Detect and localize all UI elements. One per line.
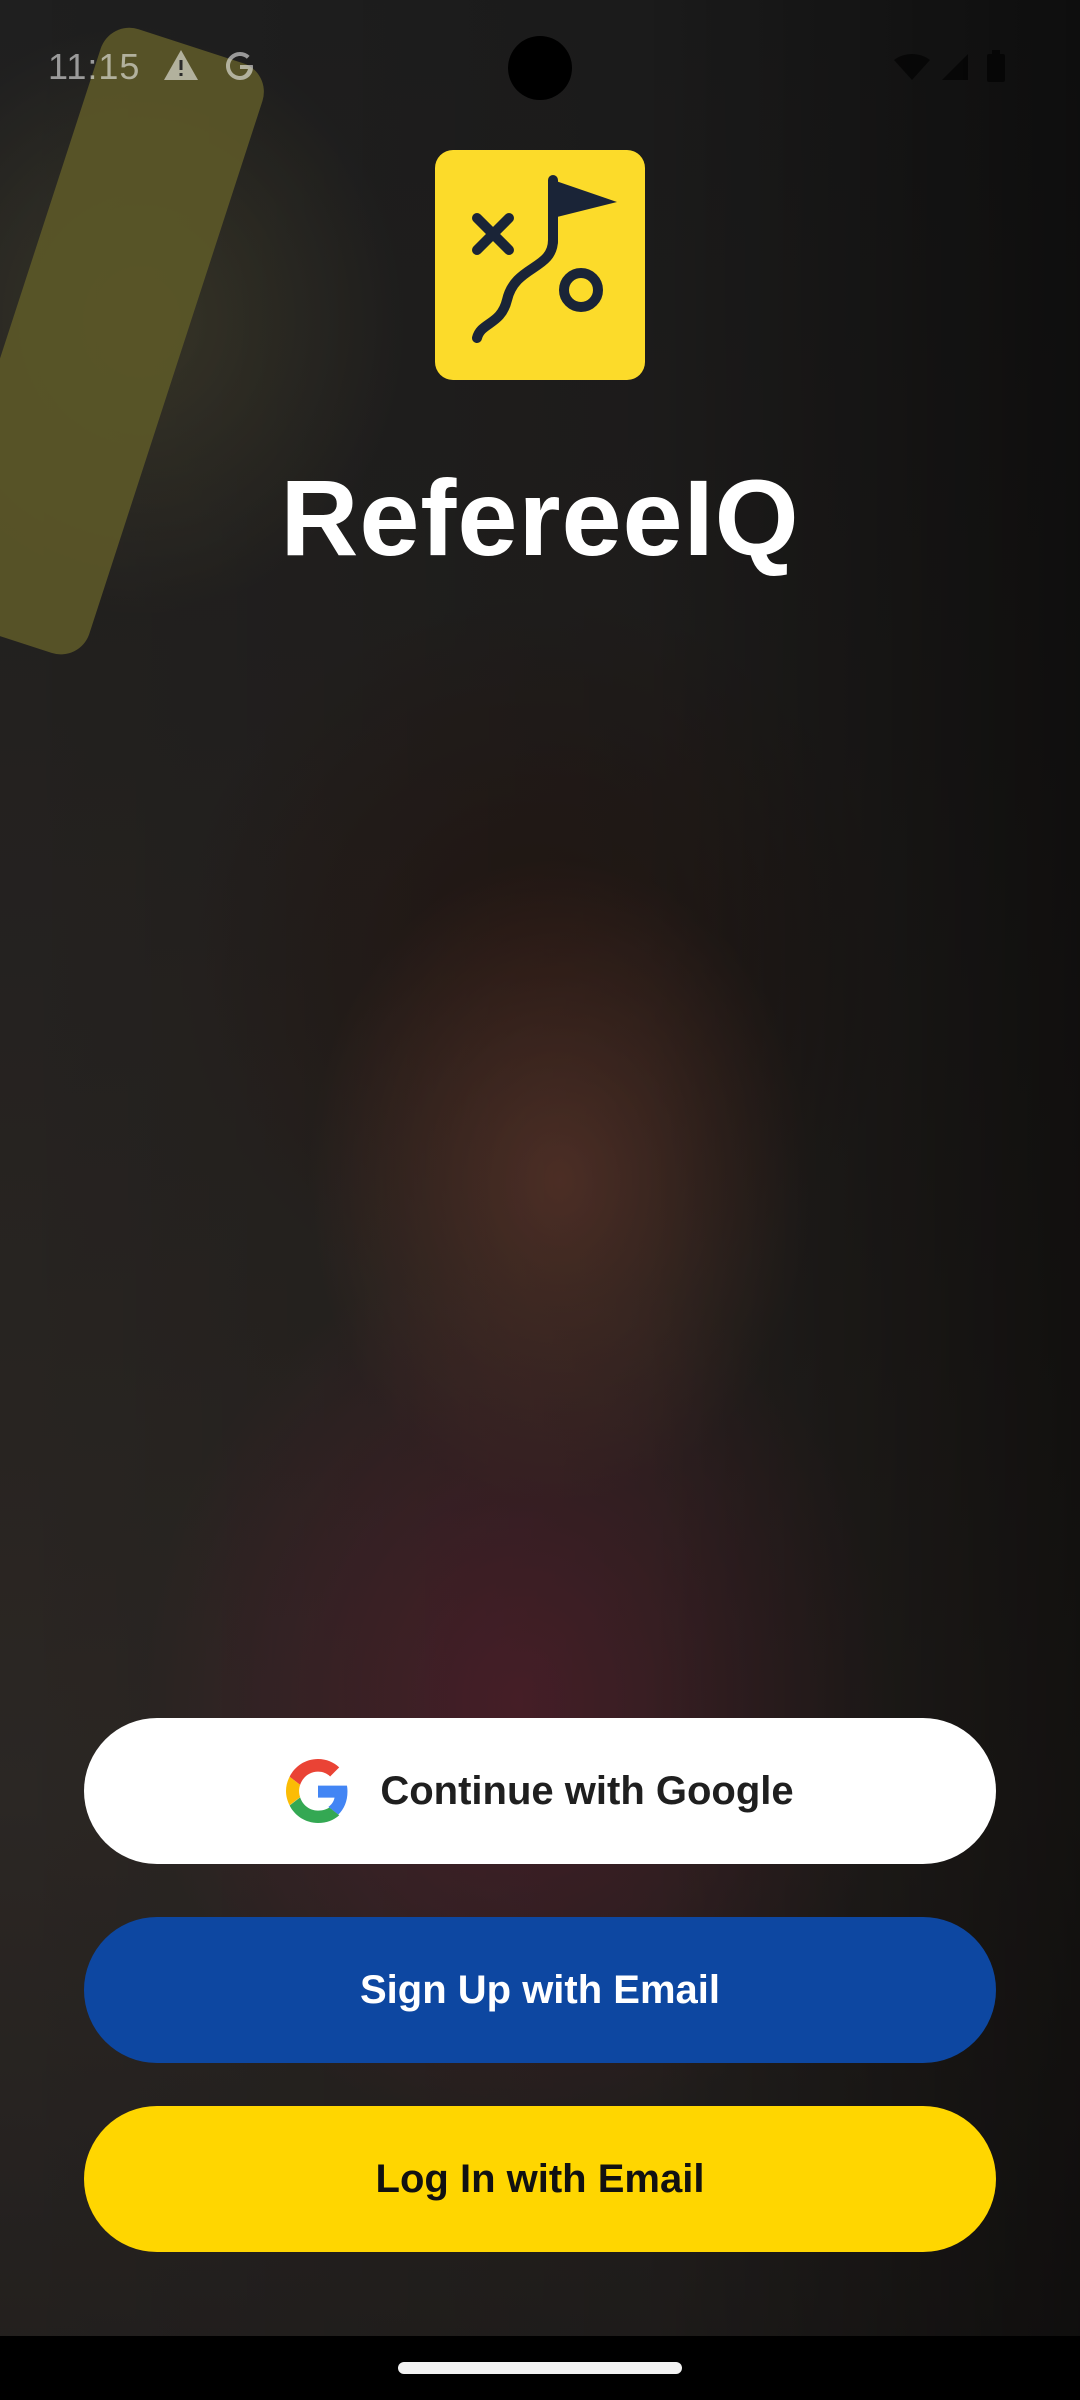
home-indicator[interactable] — [398, 2362, 682, 2374]
status-bar: 11:15 — [0, 0, 1080, 130]
login-button-label: Log In with Email — [375, 2156, 705, 2201]
warning-icon — [162, 48, 200, 87]
wifi-icon — [892, 52, 932, 87]
sign-up-with-email-button[interactable]: Sign Up with Email — [84, 1917, 996, 2063]
front-camera — [508, 36, 572, 100]
google-button-label: Continue with Google — [380, 1768, 794, 1813]
app-title: RefereeIQ — [280, 457, 800, 578]
status-time: 11:15 — [48, 46, 141, 87]
google-g-icon — [222, 48, 258, 89]
google-logo-icon — [286, 1759, 348, 1823]
signup-button-label: Sign Up with Email — [359, 1967, 721, 2012]
continue-with-google-button[interactable]: Continue with Google — [84, 1718, 996, 1864]
battery-icon — [986, 50, 1006, 87]
signal-icon — [940, 52, 970, 87]
log-in-with-email-button[interactable]: Log In with Email — [84, 2106, 996, 2252]
playbook-flag-icon — [472, 175, 617, 343]
app-logo — [435, 150, 645, 380]
